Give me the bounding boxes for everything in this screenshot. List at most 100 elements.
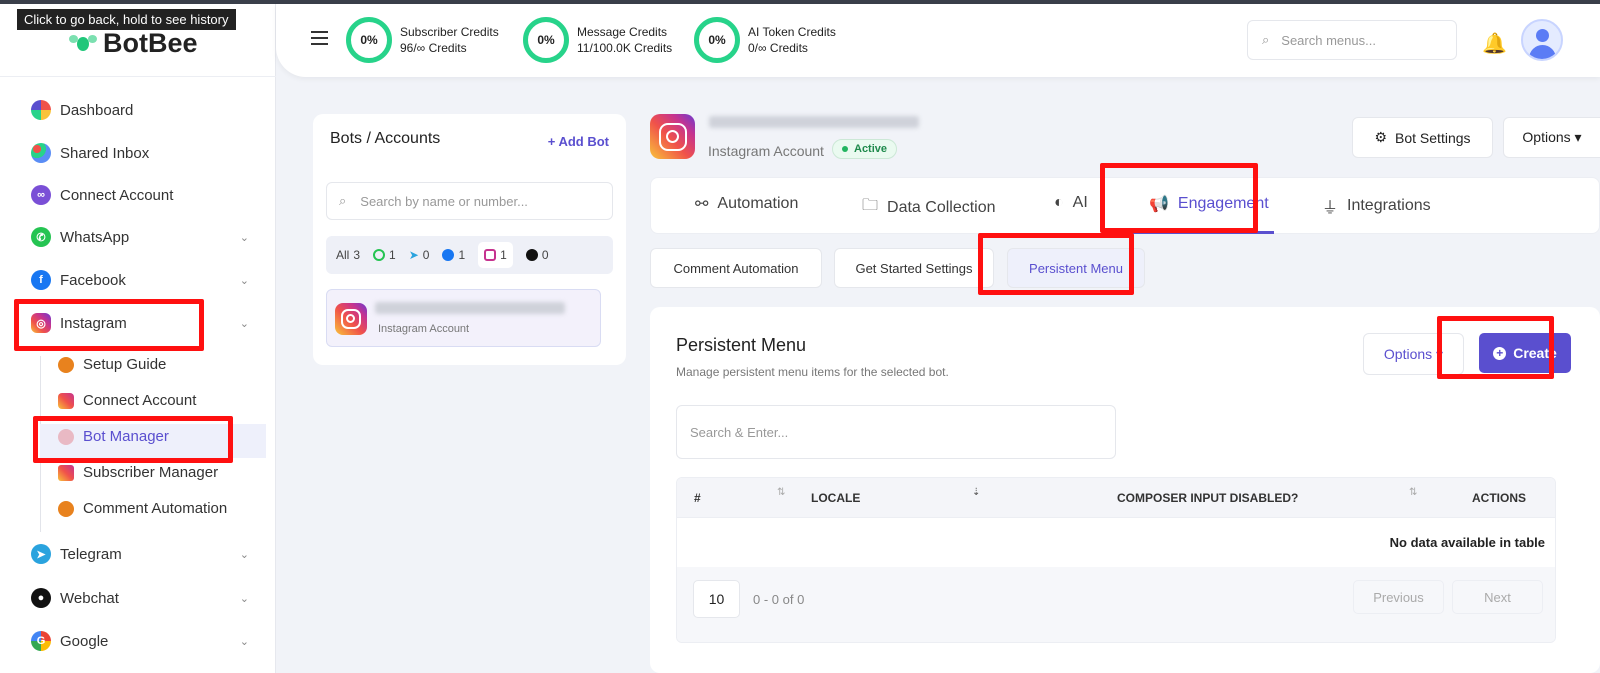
tab-automation[interactable]: ⚯ Automation — [695, 194, 798, 214]
sidebar-item-label: Instagram — [60, 314, 127, 332]
ai-token-credits: 0% AI Token Credits 0/∞ Credits — [694, 17, 836, 63]
webchat-icon — [525, 249, 538, 261]
instagram-icon — [335, 303, 367, 335]
sidebar-item-telegram[interactable]: ➤ Telegram ⌄ — [31, 544, 249, 564]
bot-list-item[interactable]: Instagram Account — [326, 289, 601, 347]
bot-account-type: Instagram Account — [378, 323, 470, 335]
webchat-icon: ● — [31, 588, 51, 608]
sidebar-sub-comment-automation[interactable]: Comment Automation — [58, 500, 227, 517]
column-header-actions: ACTIONS — [1472, 491, 1526, 505]
status-badge: Active — [832, 139, 898, 159]
filter-all[interactable]: All 3 — [336, 248, 360, 262]
sidebar: BotBee Dashboard Shared Inbox ∞ Connect … — [0, 4, 276, 673]
sidebar-item-label: Telegram — [60, 545, 122, 563]
filter-whatsapp[interactable]: 1 — [373, 248, 396, 262]
sidebar-item-label: Connect Account — [60, 186, 174, 204]
tab-ai[interactable]: ◐ AI — [1054, 194, 1088, 212]
subtab-persistent-menu[interactable]: Persistent Menu — [1007, 248, 1145, 288]
persistent-menu-table: # ⇅ LOCALE ⇣ COMPOSER INPUT DISABLED? ⇅ … — [676, 477, 1556, 643]
credit-ring: 0% — [523, 17, 569, 63]
brain-icon: ◐ — [1054, 194, 1064, 211]
table-search-input[interactable]: Search & Enter... — [676, 405, 1116, 459]
google-icon: G — [31, 631, 51, 651]
plug-icon: ⏚ — [1322, 200, 1339, 217]
redacted-account-name — [709, 116, 919, 128]
table-header: # ⇅ LOCALE ⇣ COMPOSER INPUT DISABLED? ⇅ … — [677, 478, 1555, 518]
account-type: Instagram Account — [708, 143, 824, 159]
notification-bell-icon[interactable]: 🔔 — [1482, 31, 1507, 56]
page-length-select[interactable]: 10 — [693, 580, 740, 618]
back-tooltip: Click to go back, hold to see history — [17, 9, 236, 30]
empty-table-message: No data available in table — [1389, 535, 1545, 550]
page-title: Persistent Menu — [676, 335, 807, 355]
bee-icon — [69, 33, 97, 55]
sidebar-item-webchat[interactable]: ● Webchat ⌄ — [31, 588, 249, 608]
bots-panel-title: Bots / Accounts — [330, 130, 441, 147]
sidebar-sub-setup-guide[interactable]: Setup Guide — [58, 356, 166, 373]
sidebar-item-shared-inbox[interactable]: Shared Inbox — [31, 143, 249, 163]
sidebar-item-facebook[interactable]: f Facebook ⌄ — [31, 270, 249, 290]
filter-telegram[interactable]: ➤ 0 — [409, 248, 430, 262]
sidebar-item-label: Webchat — [60, 589, 119, 607]
account-options-button[interactable]: Options ▾ — [1503, 117, 1600, 158]
sort-icon[interactable]: ⇣ — [972, 487, 980, 498]
search-icon: ⌕ — [1262, 32, 1270, 47]
credit-value: 11/100.0K Credits — [577, 41, 673, 55]
search-icon: ⌕ — [339, 193, 347, 208]
sidebar-item-whatsapp[interactable]: ✆ WhatsApp ⌄ — [31, 227, 249, 247]
credit-ring: 0% — [346, 17, 392, 63]
bot-icon — [58, 428, 74, 445]
brand-logo[interactable]: BotBee — [69, 28, 198, 59]
bot-search-input[interactable]: ⌕ Search by name or number... — [326, 182, 613, 220]
dashboard-icon — [31, 100, 51, 120]
filter-webchat[interactable]: 0 — [525, 248, 549, 262]
sidebar-sub-subscriber-manager[interactable]: Subscriber Manager — [58, 464, 218, 481]
menu-icon[interactable] — [311, 31, 328, 45]
tab-data-collection[interactable]: 🗀 Data Collection — [862, 194, 996, 221]
bot-settings-button[interactable]: ⚙ Bot Settings — [1352, 117, 1493, 158]
next-page-button[interactable]: Next — [1452, 580, 1543, 614]
chevron-down-icon: ⌄ — [239, 317, 249, 330]
sort-icon[interactable]: ⇅ — [777, 487, 785, 498]
avatar[interactable] — [1521, 19, 1563, 61]
tab-integrations[interactable]: ⏚ Integrations — [1322, 194, 1431, 218]
subtab-comment-automation[interactable]: Comment Automation — [650, 248, 822, 288]
sidebar-item-google[interactable]: G Google ⌄ — [31, 631, 249, 651]
table-info: 0 - 0 of 0 — [753, 592, 805, 607]
filter-instagram[interactable]: 1 — [478, 242, 513, 268]
column-header-composer-input[interactable]: COMPOSER INPUT DISABLED? — [1117, 491, 1298, 505]
create-button[interactable]: + Create — [1479, 333, 1571, 373]
sidebar-item-dashboard[interactable]: Dashboard — [31, 100, 249, 120]
add-bot-button[interactable]: + Add Bot — [548, 134, 609, 149]
whatsapp-icon: ✆ — [31, 227, 51, 247]
connect-account-icon: ∞ — [31, 185, 51, 205]
sidebar-sub-label: Comment Automation — [83, 500, 228, 517]
sidebar-sub-label: Setup Guide — [83, 356, 167, 373]
tab-engagement[interactable]: 📢 Engagement — [1149, 194, 1269, 214]
sort-icon[interactable]: ⇅ — [1409, 487, 1417, 498]
sidebar-sub-connect-account[interactable]: Connect Account — [58, 392, 196, 409]
filter-facebook[interactable]: 1 — [442, 248, 465, 262]
options-dropdown-button[interactable]: Options ▾ — [1363, 333, 1464, 375]
sidebar-item-instagram[interactable]: ◎ Instagram ⌄ — [31, 313, 249, 333]
subscriber-credits: 0% Subscriber Credits 96/∞ Credits — [346, 17, 499, 63]
sidebar-item-label: Shared Inbox — [60, 144, 150, 162]
brand-name: BotBee — [103, 28, 198, 58]
menu-search-input[interactable]: ⌕ Search menus... — [1247, 20, 1457, 60]
instagram-icon — [650, 114, 695, 159]
main-tabs: ⚯ Automation 🗀 Data Collection ◐ AI 📢 Engage… — [650, 177, 1600, 234]
column-header-locale[interactable]: LOCALE — [811, 491, 860, 505]
column-header-index[interactable]: # — [694, 491, 701, 505]
telegram-icon: ➤ — [31, 544, 51, 564]
sidebar-divider — [0, 76, 276, 77]
instagram-icon: ◎ — [31, 313, 51, 333]
chevron-down-icon: ⌄ — [239, 592, 249, 605]
instagram-icon — [58, 392, 74, 409]
previous-page-button[interactable]: Previous — [1353, 580, 1444, 614]
facebook-icon — [442, 249, 455, 261]
shared-inbox-icon — [31, 143, 51, 163]
subtab-get-started-settings[interactable]: Get Started Settings — [834, 248, 994, 288]
sidebar-sub-label: Connect Account — [83, 392, 197, 409]
sidebar-item-connect-account[interactable]: ∞ Connect Account — [31, 185, 249, 205]
sidebar-sub-bot-manager[interactable]: Bot Manager — [58, 428, 169, 445]
